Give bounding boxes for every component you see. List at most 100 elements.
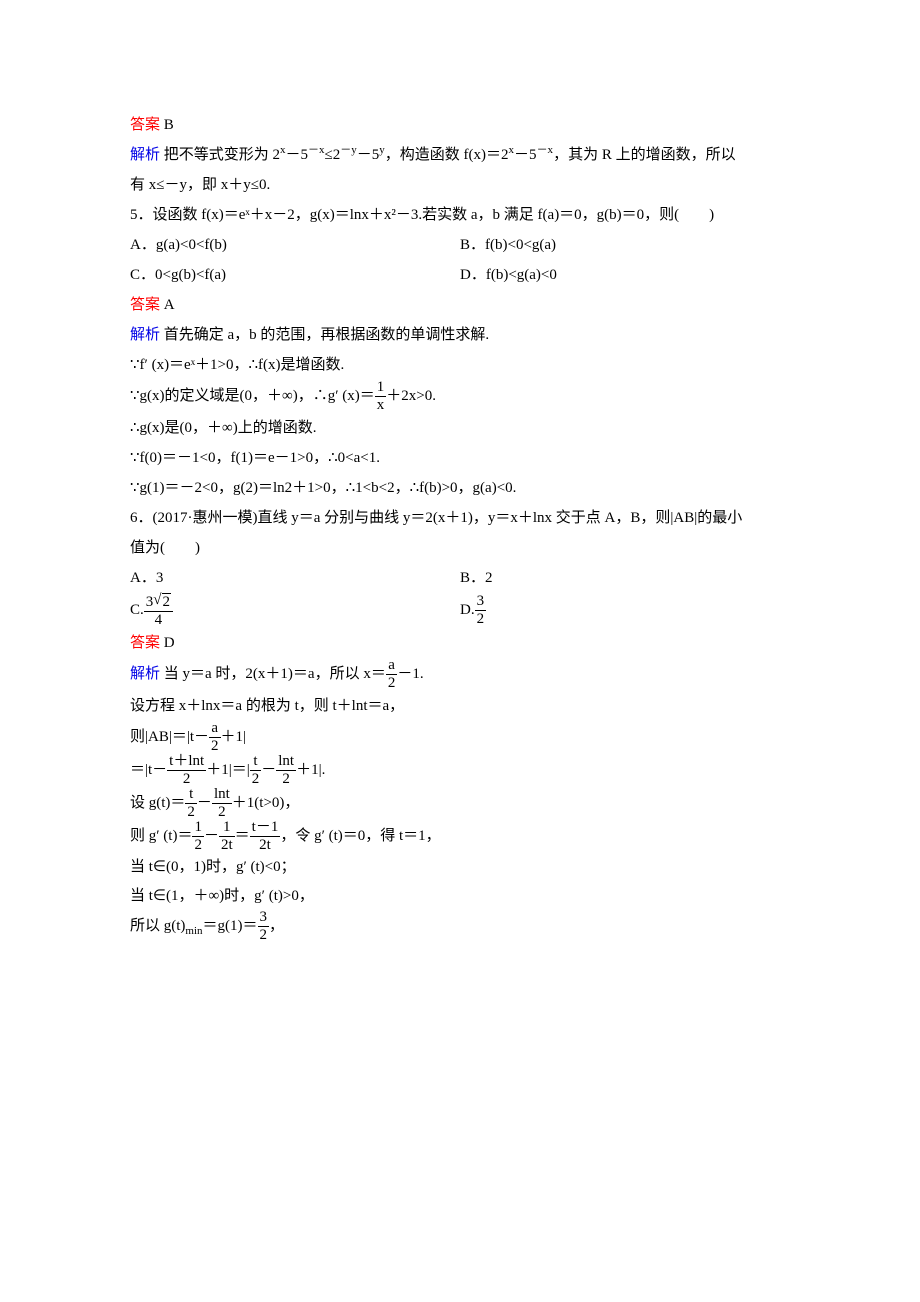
- denominator: 2: [250, 770, 262, 787]
- text: ，令 g′ (t)＝0，得 t＝1，: [280, 828, 440, 844]
- fraction: 12t: [219, 820, 235, 853]
- q5-optB: B．f(b)<0<g(a): [460, 237, 556, 253]
- q5-stem: 5．设函数 f(x)＝eˣ＋x－2，g(x)＝lnx＋x²－3.若实数 a，b …: [130, 200, 790, 230]
- numerator: lnt: [276, 754, 296, 770]
- text: ，: [269, 918, 284, 934]
- fraction: t2: [185, 787, 197, 820]
- fraction: a2: [209, 721, 221, 754]
- fraction: lnt2: [276, 754, 296, 787]
- q6-explain-3: 则|AB|＝|t－a2＋1|: [130, 721, 790, 754]
- text: ≤2: [325, 147, 341, 163]
- sup: －x: [308, 144, 325, 156]
- text: －5: [357, 147, 380, 163]
- answer-line-q6: 答案 D: [130, 628, 790, 658]
- text: 把不等式变形为 2: [164, 147, 280, 163]
- text: ，构造函数 f(x)＝2: [385, 147, 509, 163]
- text: ∵g(1)＝－2<0，g(2)＝ln2＋1>0，∴1<b<2，∴f(b)>0，g…: [130, 480, 516, 496]
- sup: －y: [340, 144, 357, 156]
- text: ∵f′ (x)＝eˣ＋1>0，∴f(x)是增函数.: [130, 357, 344, 373]
- text: 则|AB|＝|t－: [130, 729, 209, 745]
- denominator: 2t: [250, 836, 281, 853]
- denominator: 2: [475, 610, 487, 627]
- q6-explain-1: 解析 当 y＝a 时，2(x＋1)＝a，所以 x＝a2－1.: [130, 658, 790, 691]
- text: ＋2x>0.: [386, 388, 436, 404]
- text: 有 x≤－y，即 x＋y≤0.: [130, 177, 270, 193]
- text: 设 g(t)＝: [130, 795, 185, 811]
- numerator: t: [250, 754, 262, 770]
- q5-explain-2: ∵f′ (x)＝eˣ＋1>0，∴f(x)是增函数.: [130, 350, 790, 380]
- q6-optB: B．2: [460, 570, 493, 586]
- text: －5: [514, 147, 537, 163]
- q6-explain-4: ＝|t－t＋lnt2＋1|＝|t2－lnt2＋1|.: [130, 754, 790, 787]
- q6-options-row1: A．3 B．2: [130, 563, 790, 593]
- text: －: [261, 762, 276, 778]
- answer-line-q4: 答案 B: [130, 110, 790, 140]
- answer-label: 答案: [130, 297, 160, 313]
- answer-label: 答案: [130, 635, 160, 651]
- denominator: 2: [209, 737, 221, 754]
- numerator: t: [185, 787, 197, 803]
- q5-explain-3: ∵g(x)的定义域是(0，＋∞)，∴g′ (x)＝1x＋2x>0.: [130, 380, 790, 413]
- denominator: 2: [212, 803, 232, 820]
- denominator: 2: [192, 836, 204, 853]
- numerator: a: [386, 658, 398, 674]
- text: ＋1|＝|: [206, 762, 250, 778]
- q6-explain-8: 当 t∈(1，＋∞)时，g′ (t)>0，: [130, 882, 790, 911]
- q5-optA: A．g(a)<0<f(b): [130, 237, 227, 253]
- q5-optD: D．f(b)<g(a)<0: [460, 267, 557, 283]
- text: ∵g(x)的定义域是(0，＋∞)，∴g′ (x)＝: [130, 388, 375, 404]
- fraction: 32: [258, 910, 270, 943]
- numerator: 1: [192, 820, 204, 836]
- denominator: 2t: [219, 836, 235, 853]
- numerator: 3√2: [144, 593, 173, 611]
- text: 值为( ): [130, 540, 200, 556]
- answer-value-q6: D: [164, 635, 175, 651]
- text: ∵f(0)＝－1<0，f(1)＝e－1>0，∴0<a<1.: [130, 450, 380, 466]
- numerator: 3: [475, 594, 487, 610]
- q6-explain-7: 当 t∈(0，1)时，g′ (t)<0；: [130, 853, 790, 882]
- q6-optC-prefix: C.: [130, 602, 144, 618]
- q6-explain-6: 则 g′ (t)＝12－12t＝t－12t，令 g′ (t)＝0，得 t＝1，: [130, 820, 790, 853]
- answer-value-q5: A: [164, 297, 175, 313]
- text: －1.: [397, 666, 423, 682]
- q6-optA: A．3: [130, 570, 163, 586]
- text: ＋1|.: [296, 762, 325, 778]
- text: ＋1(t>0)，: [232, 795, 300, 811]
- explain-label: 解析: [130, 327, 160, 343]
- answer-label: 答案: [130, 117, 160, 133]
- q6-stem-2: 值为( ): [130, 533, 790, 563]
- denominator: 2: [185, 803, 197, 820]
- text: －5: [286, 147, 309, 163]
- q5-explain-5: ∵f(0)＝－1<0，f(1)＝e－1>0，∴0<a<1.: [130, 443, 790, 473]
- fraction: lnt2: [212, 787, 232, 820]
- numerator: t＋lnt: [167, 754, 206, 770]
- text: ∴g(x)是(0，＋∞)上的增函数.: [130, 420, 316, 436]
- denominator: 2: [386, 674, 398, 691]
- denominator: x: [375, 396, 387, 413]
- numerator: 1: [219, 820, 235, 836]
- numerator: 1: [375, 380, 387, 396]
- denominator: 2: [167, 770, 206, 787]
- text: ＝|t－: [130, 762, 167, 778]
- q5-options-row1: A．g(a)<0<f(b) B．f(b)<0<g(a): [130, 230, 790, 260]
- q5-explain-6: ∵g(1)＝－2<0，g(2)＝ln2＋1>0，∴1<b<2，∴f(b)>0，g…: [130, 473, 790, 503]
- answer-value-q4: B: [164, 117, 174, 133]
- numerator: t－1: [250, 820, 281, 836]
- denominator: 2: [276, 770, 296, 787]
- text: 当 t∈(0，1)时，g′ (t)<0；: [130, 859, 296, 875]
- explain-label: 解析: [130, 666, 160, 682]
- sub-min: min: [185, 925, 202, 937]
- denominator: 4: [144, 611, 173, 628]
- explain-line-q4-1: 解析 把不等式变形为 2x－5－x≤2－y－5y，构造函数 f(x)＝2x－5－…: [130, 140, 790, 170]
- denominator: 2: [258, 926, 270, 943]
- text: ＝g(1)＝: [203, 918, 258, 934]
- text: ＋1|: [221, 729, 247, 745]
- text: 首先确定 a，b 的范围，再根据函数的单调性求解.: [164, 327, 489, 343]
- q5-explain-4: ∴g(x)是(0，＋∞)上的增函数.: [130, 413, 790, 443]
- fraction: 12: [192, 820, 204, 853]
- q6-explain-9: 所以 g(t)min＝g(1)＝32，: [130, 910, 790, 943]
- numerator: lnt: [212, 787, 232, 803]
- q6-options-row2: C.3√24 D.32: [130, 593, 790, 628]
- fraction: t＋lnt2: [167, 754, 206, 787]
- explain-line-q4-2: 有 x≤－y，即 x＋y≤0.: [130, 170, 790, 200]
